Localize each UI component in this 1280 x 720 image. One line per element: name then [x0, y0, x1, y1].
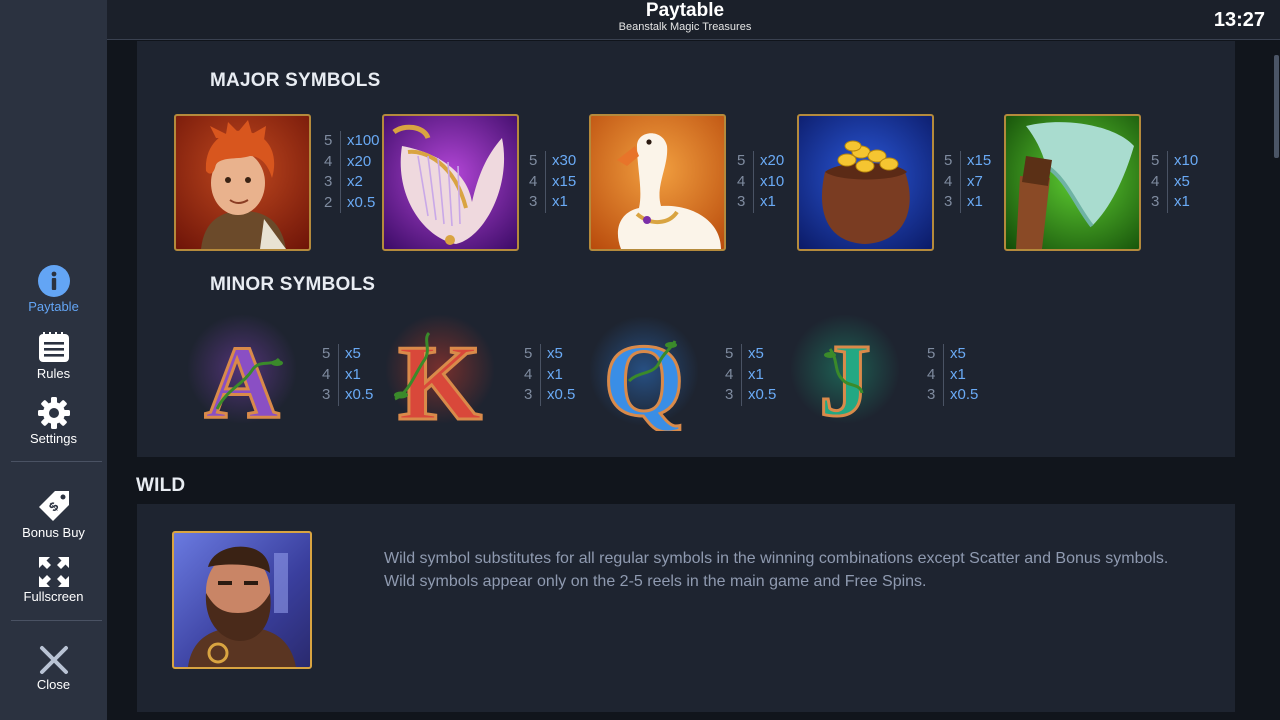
- giant-wild-image: [188, 546, 296, 667]
- paytable-letter-a: 5 x5 4 x1 3 x0.5: [322, 344, 373, 406]
- wild-description: Wild symbol substitutes for all regular …: [384, 547, 1184, 593]
- paytable-gold-sack: 5 x15 4 x7 3 x1: [944, 151, 991, 213]
- header-bar: Paytable Beanstalk Magic Treasures 13:27: [107, 0, 1280, 40]
- sidebar-item-bonus-buy[interactable]: $ Bonus Buy: [0, 489, 107, 540]
- rules-icon: [38, 332, 69, 362]
- wild-description-line-2: Wild symbols appear only on the 2-5 reel…: [384, 573, 927, 590]
- svg-text:J: J: [819, 323, 871, 429]
- letter-k-image: K: [385, 314, 495, 445]
- fullscreen-icon: [38, 557, 69, 587]
- scrollbar-thumb[interactable]: [1274, 55, 1279, 158]
- gear-icon: [37, 397, 70, 429]
- wild-panel: Wild symbol substitutes for all regular …: [137, 504, 1235, 712]
- sidebar-item-paytable[interactable]: Paytable: [0, 265, 107, 314]
- svg-text:A: A: [204, 325, 279, 429]
- goose-image: [617, 133, 721, 249]
- paytable-axe: 5 x10 4 x5 3 x1: [1151, 151, 1198, 213]
- paytable-harp: 5 x30 4 x15 3 x1: [529, 151, 576, 213]
- symbol-gold-sack: [797, 114, 934, 251]
- paytable-letter-q: 5 x5 4 x1 3 x0.5: [725, 344, 776, 406]
- sidebar-item-label: Close: [36, 677, 71, 692]
- sidebar-item-fullscreen[interactable]: Fullscreen: [0, 557, 107, 604]
- page-title: Paytable: [645, 0, 725, 21]
- game-subtitle: Beanstalk Magic Treasures: [618, 21, 752, 33]
- paytable-letter-j: 5 x5 4 x1 3 x0.5: [927, 344, 978, 406]
- symbol-axe: [1004, 114, 1141, 251]
- symbol-letter-q: Q: [589, 311, 699, 440]
- letter-a-image: A: [187, 314, 297, 442]
- sidebar-divider: [11, 461, 102, 462]
- sidebar-divider: [11, 620, 102, 621]
- close-icon: [39, 646, 68, 674]
- sidebar-item-rules[interactable]: Rules: [0, 332, 107, 381]
- sidebar-item-label: Fullscreen: [23, 589, 84, 604]
- symbol-harp: [382, 114, 519, 251]
- letter-q-image: Q: [589, 316, 699, 440]
- paytable-jack-boy: 5 x100 4 x20 3 x2 2 x0.5: [324, 131, 380, 213]
- paytable-goose: 5 x20 4 x10 3 x1: [737, 151, 784, 213]
- gold-sack-image: [821, 140, 910, 244]
- symbol-goose: [589, 114, 726, 251]
- wild-description-line-1: Wild symbol substitutes for all regular …: [384, 550, 1169, 567]
- sidebar-item-settings[interactable]: Settings: [0, 397, 107, 446]
- clock: 13:27: [1213, 9, 1265, 31]
- symbol-letter-a: A: [187, 309, 297, 442]
- svg-text:K: K: [398, 324, 482, 429]
- symbols-panel: MAJOR SYMBOLS 5 x100 4 x20 3 x2 2 x0.5 5…: [137, 41, 1235, 457]
- symbol-letter-k: K: [385, 309, 495, 445]
- harp-image: [392, 124, 505, 245]
- symbol-jack-boy: [174, 114, 311, 251]
- axe-image: [1016, 122, 1134, 249]
- letter-j-image: J: [790, 314, 900, 440]
- sidebar-item-label: Settings: [30, 431, 77, 446]
- major-symbols-title: MAJOR SYMBOLS: [210, 70, 381, 91]
- close-button[interactable]: Close: [0, 645, 107, 692]
- paytable-content[interactable]: MAJOR SYMBOLS 5 x100 4 x20 3 x2 2 x0.5 5…: [107, 41, 1273, 720]
- minor-symbols-title: MINOR SYMBOLS: [210, 274, 376, 295]
- sidebar-item-label: Paytable: [28, 299, 79, 314]
- symbol-wild: [172, 531, 312, 669]
- sidebar: Paytable Rules Settings $ Bonus Buy Full…: [0, 0, 107, 720]
- symbol-letter-j: J: [790, 309, 900, 440]
- wild-title: WILD: [136, 475, 186, 496]
- sidebar-item-label: Bonus Buy: [22, 525, 85, 540]
- sidebar-item-label: Rules: [36, 366, 71, 381]
- jack-boy-image: [201, 120, 286, 249]
- info-icon: [37, 265, 70, 297]
- price-tag-icon: $: [38, 491, 69, 521]
- svg-text:Q: Q: [604, 323, 685, 431]
- paytable-letter-k: 5 x5 4 x1 3 x0.5: [524, 344, 575, 406]
